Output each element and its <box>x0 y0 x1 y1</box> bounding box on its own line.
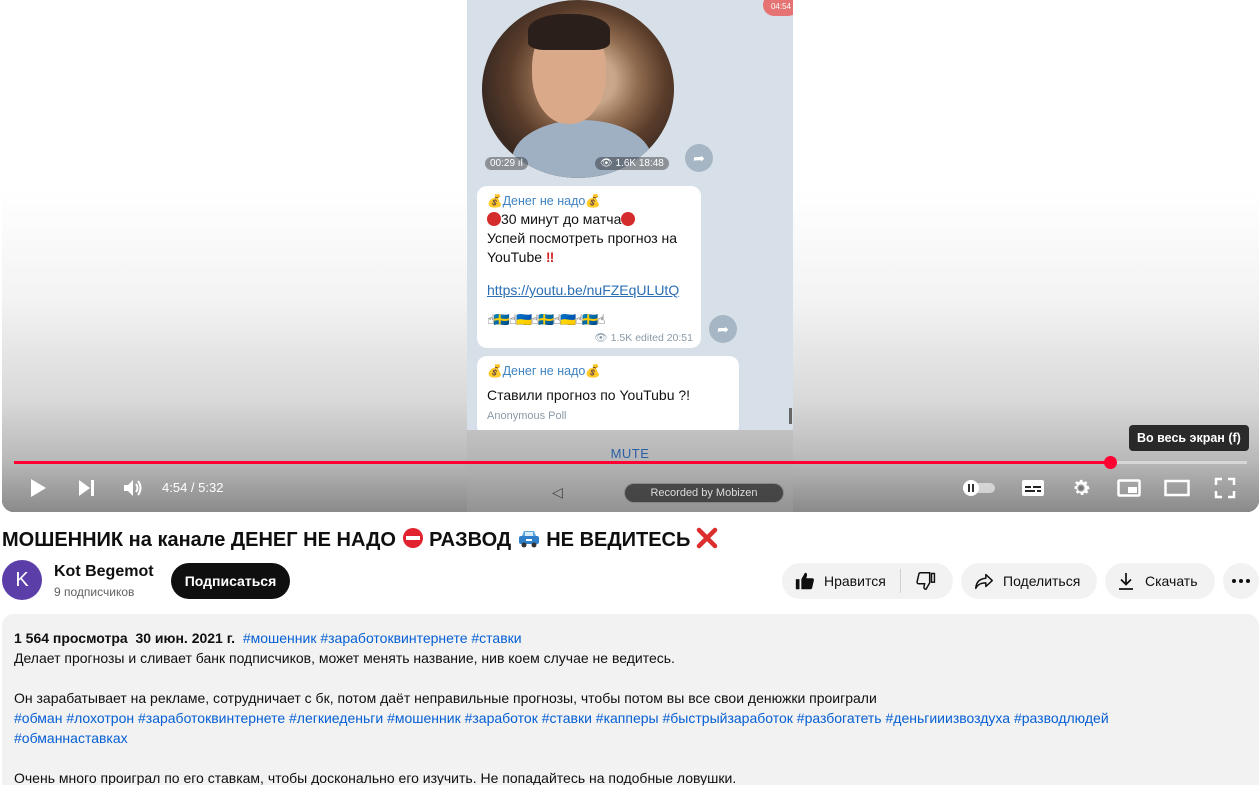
poll-type: Anonymous Poll <box>487 410 567 422</box>
volume-button[interactable] <box>116 472 150 504</box>
description-gap <box>14 668 1247 688</box>
gear-icon <box>1074 479 1090 496</box>
message-meta: 👁 1.5K edited 20:51 <box>594 332 693 344</box>
description-box[interactable]: 1 564 просмотра 30 июн. 2021 г. #мошенни… <box>2 614 1259 785</box>
like-button[interactable]: Нравится <box>782 563 886 599</box>
description-text: Он зарабатывает на рекламе, сотрудничает… <box>14 690 877 706</box>
no-entry-icon <box>402 528 423 548</box>
like-label: Нравится <box>824 573 886 589</box>
dislike-button[interactable] <box>901 563 951 599</box>
subscriber-count: 9 подписчиков <box>54 585 135 599</box>
message-sender: 💰Денег не надо💰 <box>487 364 601 378</box>
theater-icon <box>1164 479 1190 497</box>
next-button[interactable] <box>70 472 102 504</box>
phone-recording: 04:54 00:29 ıl 👁 1.6K 18:48 ➦ 💰Денег не … <box>467 0 793 430</box>
red-circle-icon <box>621 212 636 226</box>
back-triangle-icon: ◁ <box>552 484 563 500</box>
poll-question: Ставили прогноз по YouTubu ?! <box>487 387 691 403</box>
channel-poll-message: 💰Денег не надо💰 Ставили прогноз по YouTu… <box>477 356 739 430</box>
message-link: https://youtu.be/nuFZEqULUtQ <box>487 282 680 298</box>
channel-message: 💰Денег не надо💰 30 минут до матча Успей … <box>477 186 701 348</box>
progress-bar[interactable] <box>14 456 1247 469</box>
phone-scrollbar <box>789 408 792 424</box>
miniplayer-icon <box>1117 479 1141 497</box>
theater-mode-button[interactable] <box>1160 472 1194 504</box>
red-circle-icon <box>487 212 501 226</box>
video-player[interactable]: 04:54 00:29 ıl 👁 1.6K 18:48 ➦ 💰Денег не … <box>2 0 1259 512</box>
like-dislike-group: Нравится <box>782 563 953 599</box>
mute-label: MUTE <box>610 446 650 461</box>
subscribe-button[interactable]: Подписаться <box>171 563 290 599</box>
share-button[interactable]: Поделиться <box>961 563 1097 599</box>
fullscreen-tooltip: Во весь экран (f) <box>1129 425 1249 451</box>
play-button[interactable] <box>22 472 54 504</box>
forward-icon: ➦ <box>685 144 713 172</box>
hashtag-link[interactable]: #мошенник #заработоквинтернете #ставки <box>243 630 522 646</box>
channel-name[interactable]: Kot Begemot <box>54 563 154 581</box>
message-text: 30 минут до матча <box>487 211 691 228</box>
description-gap <box>14 748 1247 768</box>
car-icon <box>518 531 539 548</box>
next-icon <box>79 480 94 496</box>
recorded-watermark: Recorded by Mobizen <box>624 483 784 503</box>
cross-mark-icon <box>696 527 718 549</box>
channel-avatar[interactable]: K <box>2 560 42 600</box>
upload-date: 30 июн. 2021 г. <box>135 630 236 646</box>
round-video-message <box>482 0 674 178</box>
progress-played <box>14 461 1111 464</box>
double-exclamation-icon: ‼ <box>545 249 555 265</box>
play-icon <box>31 479 46 497</box>
subtitles-icon <box>1022 480 1044 496</box>
page: 04:54 00:29 ıl 👁 1.6K 18:48 ➦ 💰Денег не … <box>0 0 1259 785</box>
download-icon <box>1119 573 1133 590</box>
miniplayer-button[interactable] <box>1112 472 1146 504</box>
fullscreen-icon <box>1214 477 1236 499</box>
phone-timer-badge: 04:54 <box>763 0 793 16</box>
forward-icon: ➦ <box>709 315 737 343</box>
message-sender: 💰Денег не надо💰 <box>487 194 601 208</box>
autoplay-toggle[interactable] <box>960 472 998 504</box>
round-video-duration: 00:29 ıl <box>485 157 528 170</box>
thumb-up-icon <box>795 572 814 590</box>
autoplay-icon <box>963 480 995 496</box>
fullscreen-button[interactable] <box>1208 472 1242 504</box>
person-hair <box>528 14 610 50</box>
more-horizontal-icon <box>1232 579 1250 583</box>
round-video-views: 👁 1.6K 18:48 <box>595 157 669 170</box>
settings-button[interactable] <box>1064 472 1098 504</box>
message-text: Успей посмотреть прогноз на <box>487 230 678 246</box>
video-title: МОШЕННИК на канале ДЕНЕГ НЕ НАДО РАЗВОД … <box>2 527 718 552</box>
hashtag-list[interactable]: #обманнаставках <box>14 728 1247 748</box>
description-text: Очень много проиграл по его ставкам, что… <box>14 770 737 785</box>
time-display: 4:54 / 5:32 <box>162 480 224 495</box>
share-arrow-icon <box>975 573 993 590</box>
more-actions-button[interactable] <box>1223 563 1259 599</box>
share-label: Поделиться <box>1003 573 1081 589</box>
hashtag-list[interactable]: #обман #лохотрон #заработоквинтернете #л… <box>14 708 1247 728</box>
description-text: Делает прогнозы и сливает банк подписчик… <box>14 650 675 666</box>
subtitles-button[interactable] <box>1016 472 1050 504</box>
download-label: Скачать <box>1145 573 1198 589</box>
volume-icon <box>124 480 142 496</box>
view-count: 1 564 просмотра <box>14 630 128 646</box>
download-button[interactable]: Скачать <box>1105 563 1215 599</box>
description-meta: 1 564 просмотра 30 июн. 2021 г. #мошенни… <box>14 628 1247 648</box>
message-emoji-row: ☝🇸🇪☝🇺🇦☝🇸🇪☝🇺🇦☝🇸🇪☝ <box>487 312 605 327</box>
thumb-down-icon <box>916 572 935 590</box>
message-text: YouTube ‼ <box>487 249 555 265</box>
